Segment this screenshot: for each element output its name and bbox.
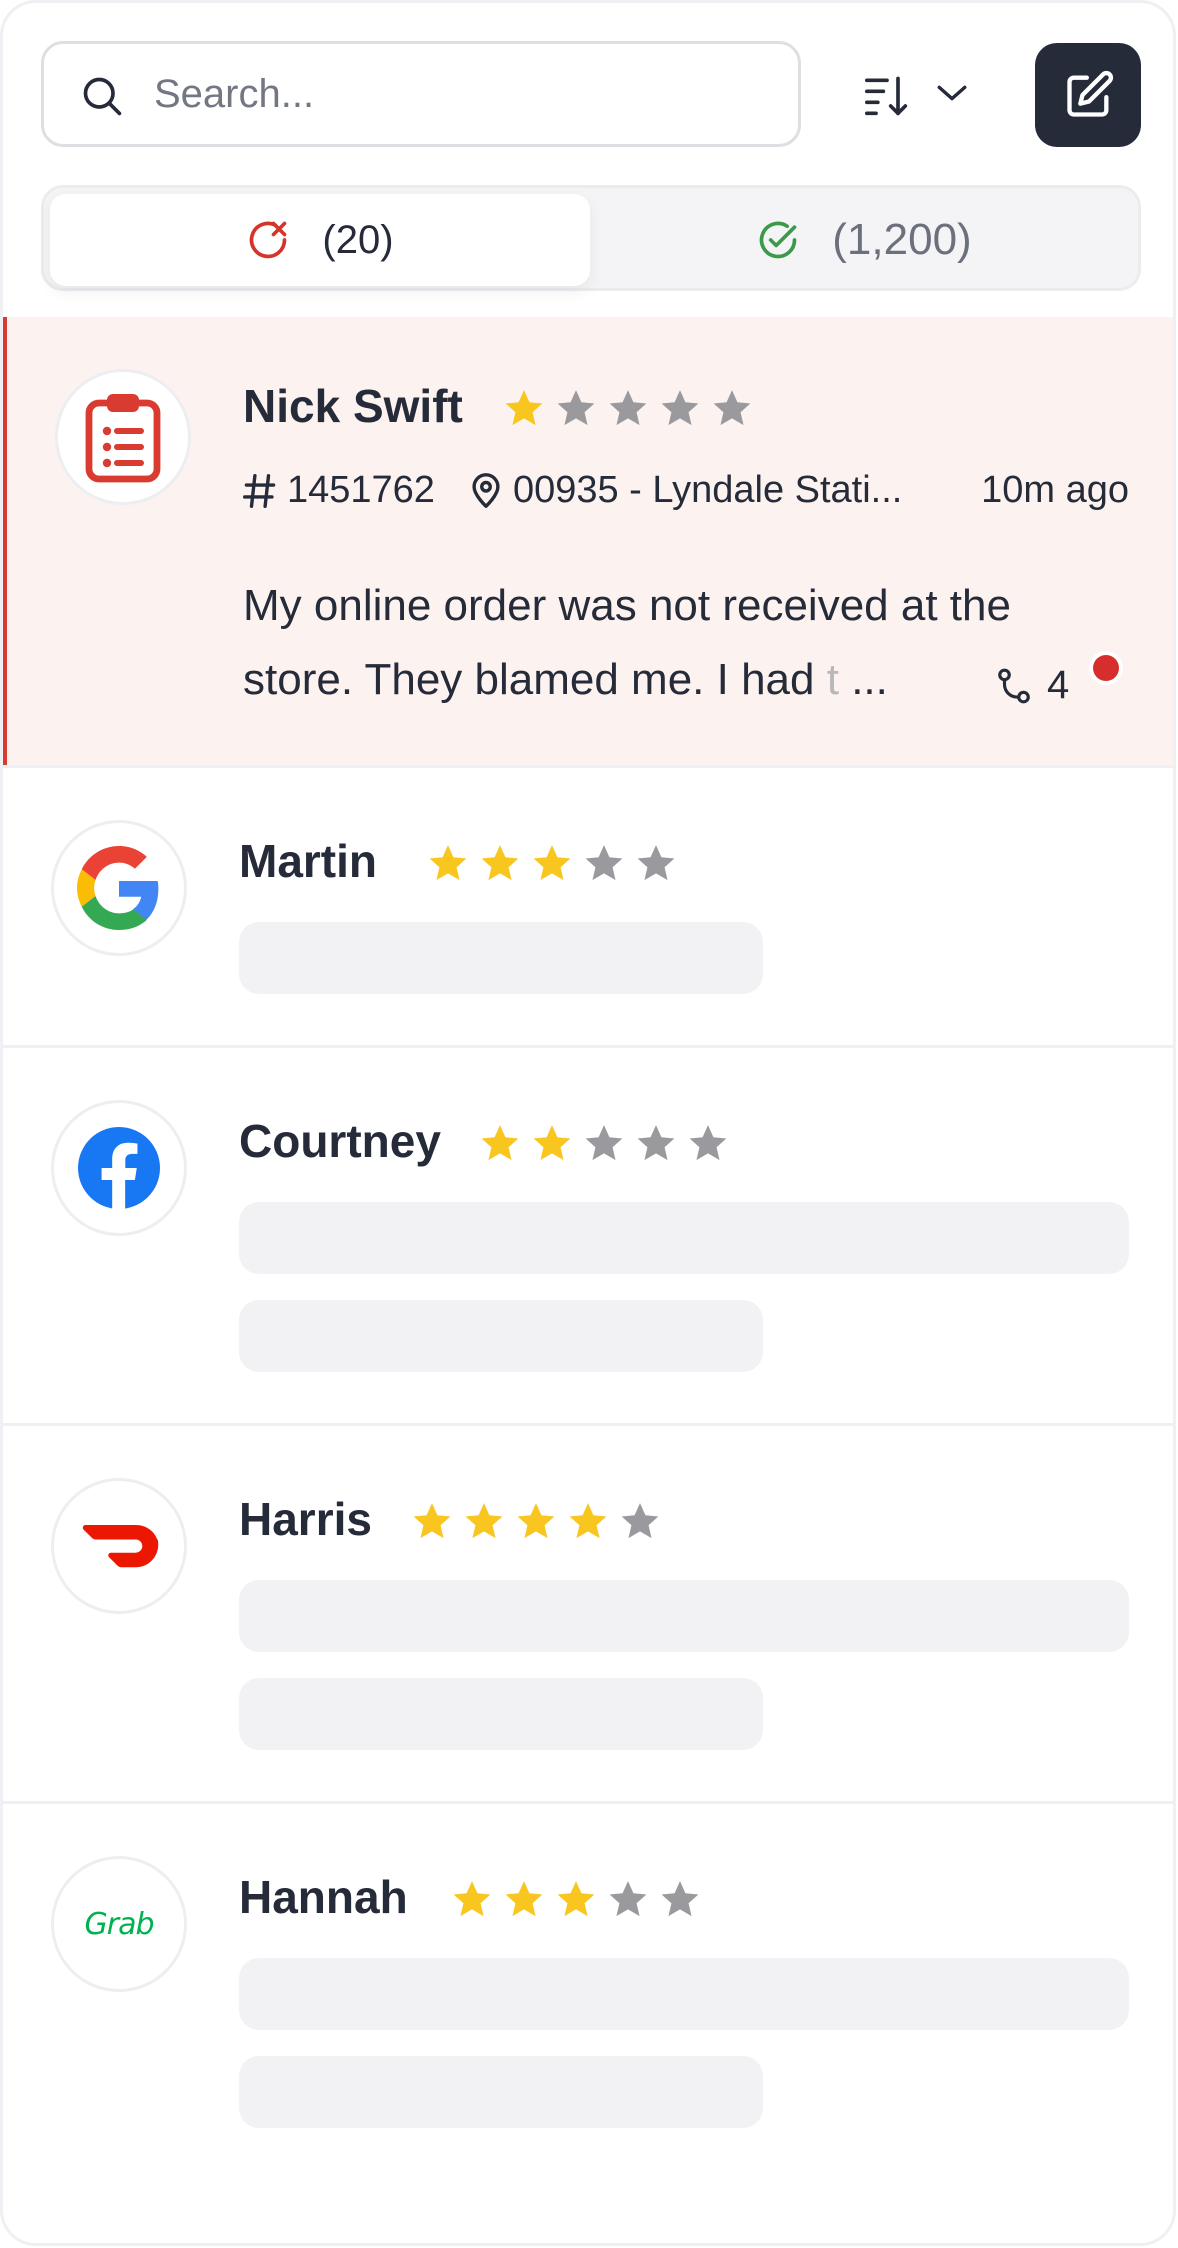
- star-filled-icon: [453, 1881, 491, 1917]
- facebook-icon: [78, 1127, 160, 1209]
- star-empty-icon: [585, 1125, 623, 1161]
- review-item[interactable]: Harris: [3, 1423, 1173, 1801]
- star-filled-icon: [505, 1881, 543, 1917]
- review-meta: 1451762 00935 - Lyndale Stati...: [243, 469, 902, 512]
- message-fade: t: [826, 655, 839, 704]
- star-empty-icon: [713, 390, 751, 426]
- content-placeholder: [239, 1958, 1129, 2030]
- rating-stars: [411, 1500, 661, 1542]
- star-filled-icon: [505, 390, 543, 426]
- tab-unresolved[interactable]: (20): [50, 194, 590, 286]
- star-empty-icon: [621, 1503, 659, 1539]
- clipboard-icon: [85, 394, 161, 483]
- source-avatar: [51, 820, 187, 956]
- rating-stars: [479, 1122, 729, 1164]
- source-avatar: [55, 369, 191, 505]
- star-empty-icon: [637, 845, 675, 881]
- source-avatar: [51, 1478, 187, 1614]
- check-circle-icon: [760, 221, 797, 259]
- reviewer-name: Nick Swift: [243, 380, 463, 432]
- star-empty-icon: [637, 1125, 675, 1161]
- search-input[interactable]: [154, 64, 774, 124]
- message-line-1: My online order was not received at the: [243, 581, 1011, 630]
- grab-icon: Grab: [84, 1906, 154, 1942]
- star-empty-icon: [609, 390, 647, 426]
- star-empty-icon: [661, 1881, 699, 1917]
- reviewer-name: Courtney: [239, 1115, 441, 1167]
- review-item[interactable]: Nick Swift 1451762 00935 - Lyndale Stati…: [3, 317, 1173, 765]
- review-message: My online order was not received at the …: [243, 569, 1123, 717]
- status-tabs: (20) (1,200): [41, 185, 1141, 291]
- content-placeholder: [239, 1300, 763, 1372]
- tab-unresolved-count: (20): [322, 217, 394, 262]
- review-item[interactable]: Martin: [3, 765, 1173, 1045]
- content-placeholder: [239, 1678, 763, 1750]
- chevron-down-icon: [937, 85, 967, 101]
- search-box[interactable]: [41, 41, 801, 147]
- star-filled-icon: [533, 845, 571, 881]
- tab-resolved-count: (1,200): [832, 215, 972, 264]
- source-avatar: Grab: [51, 1856, 187, 1992]
- content-placeholder: [239, 1580, 1129, 1652]
- rating-stars: [427, 842, 677, 884]
- star-empty-icon: [689, 1125, 727, 1161]
- google-icon: [77, 846, 159, 930]
- reviewer-name: Harris: [239, 1493, 372, 1545]
- rating-stars: [451, 1878, 701, 1920]
- reply-count[interactable]: 4: [995, 663, 1069, 708]
- reviewer-name: Hannah: [239, 1871, 408, 1923]
- timestamp: 10m ago: [981, 469, 1129, 511]
- star-filled-icon: [517, 1503, 555, 1539]
- sort-dropdown-button[interactable]: [853, 65, 973, 125]
- message-ellipsis: ...: [851, 655, 888, 704]
- star-filled-icon: [557, 1881, 595, 1917]
- star-filled-icon: [465, 1503, 503, 1539]
- review-item[interactable]: Grab Hannah: [3, 1801, 1173, 2243]
- star-filled-icon: [569, 1503, 607, 1539]
- search-icon: [83, 77, 122, 116]
- reviews-panel: (20) (1,200) Nick Swift: [0, 0, 1176, 2246]
- rating-stars: [503, 387, 753, 429]
- star-empty-icon: [557, 390, 595, 426]
- source-avatar: [51, 1100, 187, 1236]
- star-filled-icon: [533, 1125, 571, 1161]
- message-line-2: store. They blamed me. I had t ...: [243, 643, 1123, 717]
- star-filled-icon: [429, 845, 467, 881]
- star-filled-icon: [481, 845, 519, 881]
- star-filled-icon: [413, 1503, 451, 1539]
- unread-indicator: [1093, 655, 1119, 681]
- star-empty-icon: [661, 390, 699, 426]
- content-placeholder: [239, 1202, 1129, 1274]
- content-placeholder: [239, 922, 763, 994]
- compose-button[interactable]: [1035, 43, 1141, 147]
- sort-descending-icon: [864, 76, 908, 116]
- hash-icon: [243, 473, 276, 508]
- order-id: 1451762: [287, 469, 435, 511]
- location-name: 00935 - Lyndale Stati...: [512, 469, 903, 511]
- reviewer-name: Martin: [239, 835, 377, 887]
- review-item[interactable]: Courtney: [3, 1045, 1173, 1423]
- star-empty-icon: [585, 845, 623, 881]
- tab-resolved[interactable]: (1,200): [594, 194, 1134, 286]
- x-circle-icon: [250, 221, 287, 259]
- location: 00935 - Lyndale Stati...: [469, 469, 902, 512]
- reply-thread-icon: [998, 668, 1030, 703]
- content-placeholder: [239, 2056, 763, 2128]
- location-pin-icon: [472, 472, 500, 508]
- message-visible: store. They blamed me. I had: [243, 655, 827, 704]
- star-empty-icon: [609, 1881, 647, 1917]
- reply-count-value: 4: [1047, 663, 1070, 707]
- star-filled-icon: [481, 1125, 519, 1161]
- edit-icon: [1067, 70, 1114, 117]
- doordash-icon: [82, 1525, 159, 1568]
